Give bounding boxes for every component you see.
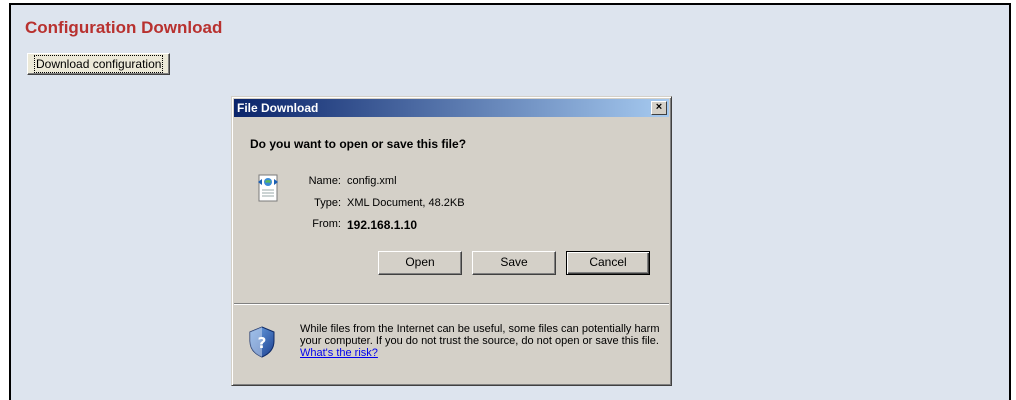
security-shield-icon: ? bbox=[249, 326, 275, 358]
close-icon[interactable]: × bbox=[651, 101, 667, 115]
file-from-value: 192.168.1.10 bbox=[347, 218, 418, 232]
file-name-label: Name: bbox=[308, 175, 341, 187]
download-configuration-label: Download configuration bbox=[33, 55, 164, 73]
dialog-titlebar[interactable]: File Download × bbox=[234, 99, 669, 117]
page-title: Configuration Download bbox=[25, 18, 223, 37]
whats-the-risk-link[interactable]: What's the risk? bbox=[300, 347, 378, 359]
security-warning: While files from the Internet can be use… bbox=[300, 323, 660, 359]
file-download-dialog: File Download × Do you want to open or s… bbox=[231, 96, 672, 386]
svg-text:?: ? bbox=[258, 334, 267, 352]
open-button[interactable]: Open bbox=[378, 251, 462, 275]
dialog-title: File Download bbox=[237, 101, 319, 115]
file-type-value: XML Document, 48.2KB bbox=[347, 197, 465, 209]
file-type-label: Type: bbox=[314, 197, 341, 209]
save-button[interactable]: Save bbox=[472, 251, 556, 275]
file-name-value: config.xml bbox=[347, 175, 397, 187]
xml-file-icon bbox=[258, 174, 278, 202]
file-from-label: From: bbox=[312, 218, 341, 230]
download-configuration-button[interactable]: Download configuration bbox=[27, 53, 171, 75]
dialog-question: Do you want to open or save this file? bbox=[250, 137, 467, 151]
cancel-button[interactable]: Cancel bbox=[566, 251, 650, 275]
dialog-divider bbox=[234, 303, 669, 305]
security-warning-text: While files from the Internet can be use… bbox=[300, 323, 660, 347]
